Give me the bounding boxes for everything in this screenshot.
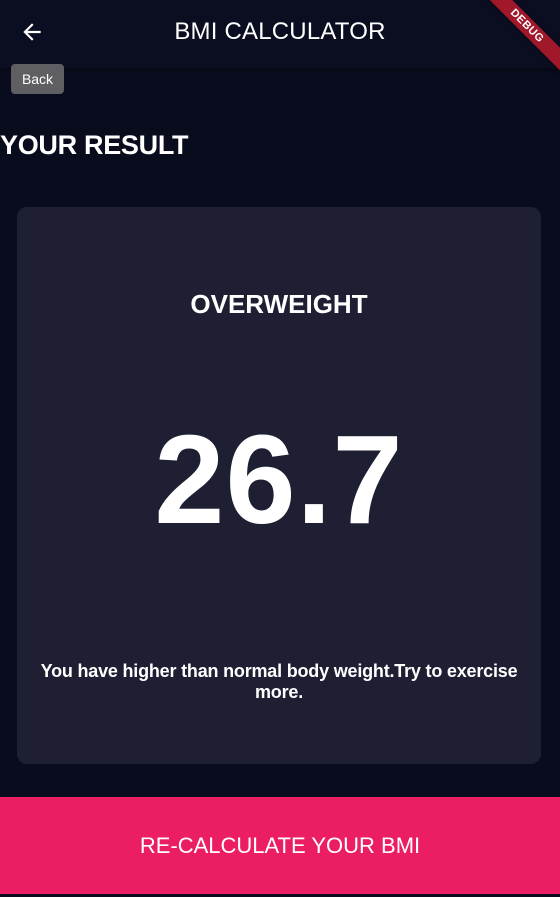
section-title: YOUR RESULT <box>0 130 189 160</box>
bmi-result-screen: BMI CALCULATOR Back DEBUG YOUR RESULT OV… <box>0 0 560 897</box>
app-bar: BMI CALCULATOR <box>0 0 560 68</box>
result-message: You have higher than normal body weight.… <box>40 661 518 702</box>
app-title: BMI CALCULATOR <box>174 18 386 45</box>
back-tooltip: Back <box>11 64 64 94</box>
result-card: OVERWEIGHT 26.7 You have higher than nor… <box>17 207 541 764</box>
result-category-label: OVERWEIGHT <box>190 289 368 319</box>
bmi-value: 26.7 <box>154 409 404 550</box>
recalculate-button[interactable]: RE-CALCULATE YOUR BMI <box>0 797 560 894</box>
